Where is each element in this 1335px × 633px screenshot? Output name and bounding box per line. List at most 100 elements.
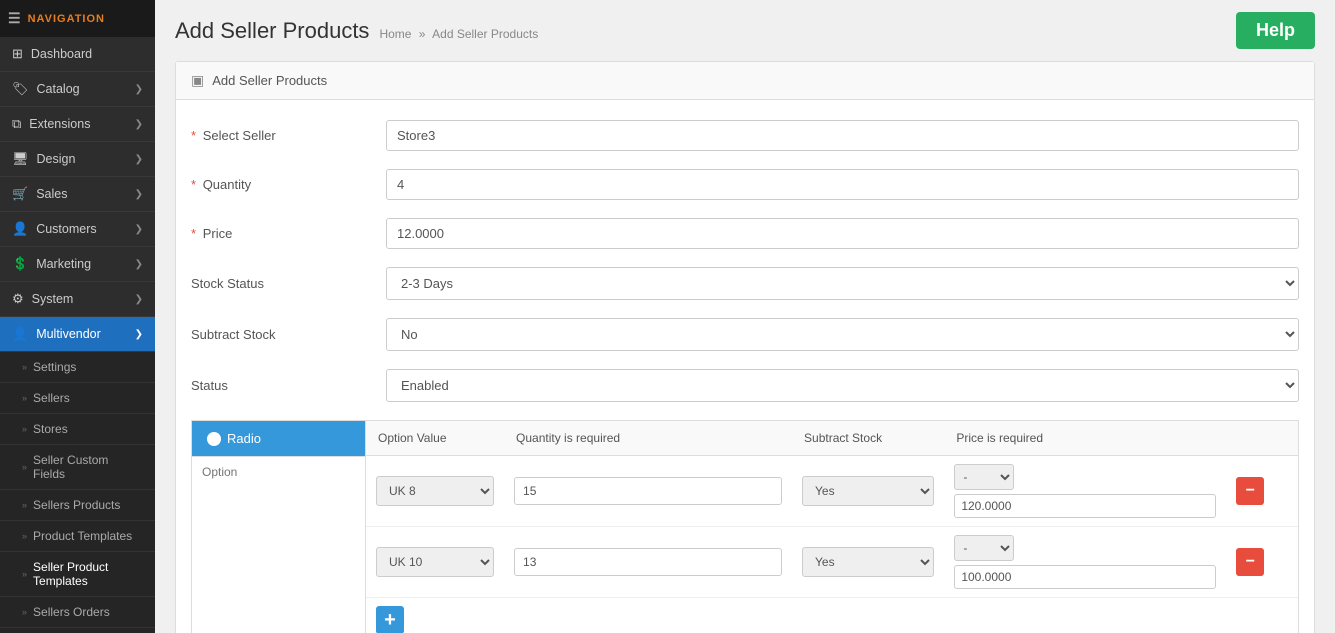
sidebar-item-stores[interactable]: » Stores <box>0 414 155 445</box>
page-title: Add Seller Products <box>175 18 369 44</box>
sidebar-item-sellers-orders[interactable]: » Sellers Orders <box>0 597 155 628</box>
sidebar-item-label: Extensions <box>29 117 90 131</box>
sidebar-item-dashboard[interactable]: ⊞ Dashboard <box>0 37 155 72</box>
system-icon: ⚙ <box>12 291 24 307</box>
table-row: UK 8 UK 10 UK 12 <box>366 456 1298 527</box>
sidebar-item-product-templates[interactable]: » Product Templates <box>0 521 155 552</box>
sidebar-item-seller-product-templates[interactable]: » Seller Product Templates <box>0 552 155 597</box>
price-input-wrapper: - + <box>954 535 1216 589</box>
delete-row-button[interactable]: − <box>1236 548 1264 576</box>
sidebar-item-sellers-products[interactable]: » Sellers Products <box>0 490 155 521</box>
price-modifier-select[interactable]: - + <box>954 535 1014 561</box>
hamburger-icon: ☰ <box>8 10 22 27</box>
breadcrumb-home[interactable]: Home <box>379 27 411 41</box>
subtract-stock-row-select[interactable]: Yes No <box>802 476 934 506</box>
sub-item-label: Settings <box>33 360 76 374</box>
quantity-input[interactable] <box>386 169 1299 200</box>
radio-button[interactable]: Radio <box>192 421 365 456</box>
sub-item-label: Sellers Products <box>33 498 120 512</box>
sidebar-item-label: Dashboard <box>31 47 92 61</box>
nav-title: NAVIGATION <box>28 13 105 25</box>
select-seller-input[interactable] <box>386 120 1299 151</box>
options-table-wrapper: Option Value Quantity is required Subtra… <box>366 420 1299 633</box>
chevron-right-icon: ❯ <box>135 224 143 235</box>
action-cell: − <box>1226 456 1298 527</box>
sidebar-item-commission-invoice[interactable]: » Commission Invoice <box>0 628 155 633</box>
stock-status-select[interactable]: 2-3 Days In Stock Out of Stock Pre-Order <box>386 267 1299 300</box>
chevron-right-icon: ❯ <box>135 329 143 340</box>
col-subtract-stock: Subtract Stock <box>792 421 944 456</box>
quantity-row: * Quantity <box>191 169 1299 200</box>
status-row: Status Enabled Disabled <box>191 369 1299 402</box>
quantity-label: * Quantity <box>191 177 371 192</box>
sidebar-item-sellers[interactable]: » Sellers <box>0 383 155 414</box>
quantity-field[interactable] <box>514 477 782 505</box>
delete-row-button[interactable]: − <box>1236 477 1264 505</box>
sub-item-label: Seller Custom Fields <box>33 453 143 481</box>
breadcrumb: Home » Add Seller Products <box>379 27 538 41</box>
sub-item-label: Seller Product Templates <box>33 560 143 588</box>
option-value-select[interactable]: UK 8 UK 10 UK 12 <box>376 476 494 506</box>
status-select[interactable]: Enabled Disabled <box>386 369 1299 402</box>
option-value-cell: UK 8 UK 10 UK 12 <box>366 456 504 527</box>
multivendor-icon: 👤 <box>12 326 28 342</box>
price-value-field[interactable] <box>954 494 1216 518</box>
price-input-wrapper: - + <box>954 464 1216 518</box>
bullet-icon: » <box>22 500 27 510</box>
chevron-right-icon: ❯ <box>135 119 143 130</box>
sidebar-item-customers[interactable]: 👤 Customers ❯ <box>0 212 155 247</box>
sub-item-label: Stores <box>33 422 68 436</box>
table-header-row: Option Value Quantity is required Subtra… <box>366 421 1298 456</box>
sidebar-item-seller-custom-fields[interactable]: » Seller Custom Fields <box>0 445 155 490</box>
dashboard-icon: ⊞ <box>12 46 23 62</box>
required-marker: * <box>191 177 196 192</box>
radio-icon <box>207 432 221 446</box>
add-row-button[interactable]: + <box>376 606 404 633</box>
quantity-field[interactable] <box>514 548 782 576</box>
subtract-stock-select[interactable]: No Yes <box>386 318 1299 351</box>
subtract-stock-row-select[interactable]: Yes No <box>802 547 934 577</box>
sidebar-item-label: System <box>32 292 74 306</box>
bullet-icon: » <box>22 424 27 434</box>
title-area: Add Seller Products Home » Add Seller Pr… <box>175 18 538 44</box>
col-price: Price is required <box>944 421 1226 456</box>
option-value-select[interactable]: UK 8 UK 10 UK 12 <box>376 547 494 577</box>
price-input[interactable] <box>386 218 1299 249</box>
sidebar-item-extensions[interactable]: ⧉ Extensions ❯ <box>0 107 155 142</box>
main-content: Add Seller Products Home » Add Seller Pr… <box>155 0 1335 633</box>
sidebar-item-marketing[interactable]: 💲 Marketing ❯ <box>0 247 155 282</box>
bullet-icon: » <box>22 393 27 403</box>
bullet-icon: » <box>22 462 27 472</box>
top-bar: Add Seller Products Home » Add Seller Pr… <box>155 0 1335 61</box>
add-row-cell: + <box>366 598 1298 633</box>
marketing-icon: 💲 <box>12 256 28 272</box>
subtract-stock-cell: Yes No <box>792 456 944 527</box>
card-body: * Select Seller * Quantity * <box>176 100 1314 633</box>
sidebar: ☰ NAVIGATION ⊞ Dashboard 🏷 Catalog ❯ ⧉ E… <box>0 0 155 633</box>
help-button[interactable]: Help <box>1236 12 1315 49</box>
card-header-label: Add Seller Products <box>212 73 327 88</box>
price-label: * Price <box>191 226 371 241</box>
bullet-icon: » <box>22 607 27 617</box>
sidebar-item-label: Multivendor <box>36 327 101 341</box>
option-input[interactable] <box>192 456 365 487</box>
sidebar-item-catalog[interactable]: 🏷 Catalog ❯ <box>0 72 155 107</box>
quantity-cell <box>504 527 792 598</box>
sidebar-item-sales[interactable]: 🛒 Sales ❯ <box>0 177 155 212</box>
price-value-field[interactable] <box>954 565 1216 589</box>
sidebar-item-multivendor[interactable]: 👤 Multivendor ❯ <box>0 317 155 352</box>
form-card: ▣ Add Seller Products * Select Seller * <box>175 61 1315 633</box>
sidebar-item-system[interactable]: ⚙ System ❯ <box>0 282 155 317</box>
price-modifier-select[interactable]: - + <box>954 464 1014 490</box>
options-table: Option Value Quantity is required Subtra… <box>366 421 1298 633</box>
col-actions <box>1226 421 1298 456</box>
required-marker: * <box>191 128 196 143</box>
required-marker: * <box>191 226 196 241</box>
subtract-stock-row: Subtract Stock No Yes <box>191 318 1299 351</box>
catalog-icon: 🏷 <box>12 81 29 97</box>
status-label: Status <box>191 378 371 393</box>
quantity-cell <box>504 456 792 527</box>
option-value-cell: UK 8 UK 10 UK 12 <box>366 527 504 598</box>
sidebar-item-design[interactable]: 🖥 Design ❯ <box>0 142 155 177</box>
sidebar-item-settings[interactable]: » Settings <box>0 352 155 383</box>
